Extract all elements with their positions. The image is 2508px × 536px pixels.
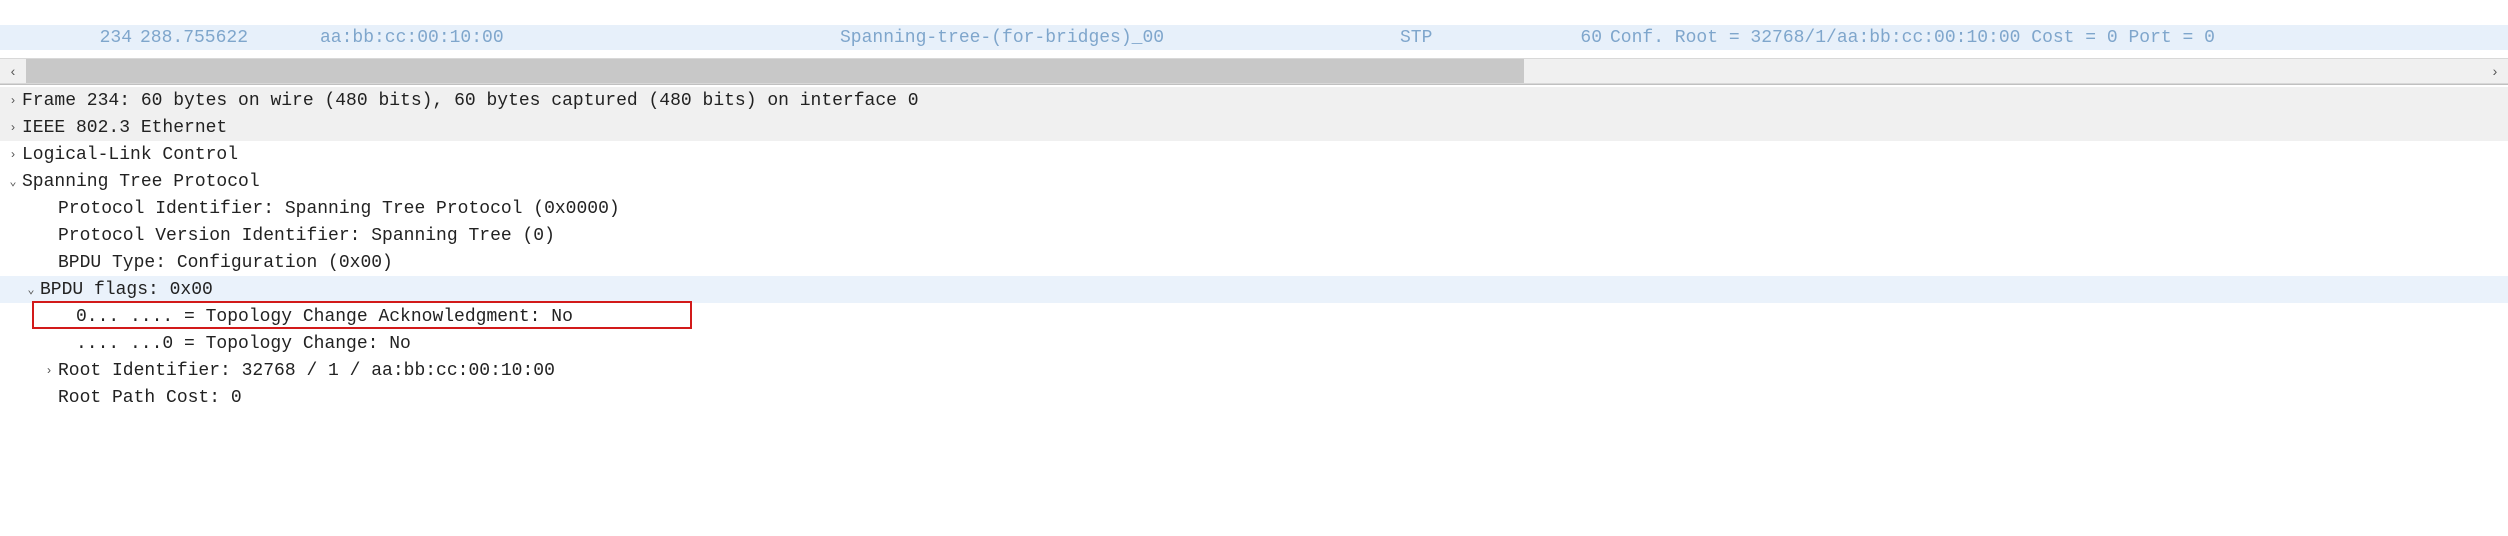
tree-llc[interactable]: › Logical-Link Control (0, 141, 2508, 168)
chevron-right-icon[interactable]: › (4, 148, 22, 162)
tree-ieee-label: IEEE 802.3 Ethernet (22, 118, 227, 138)
packet-row-selected[interactable]: 234 288.755622 aa:bb:cc:00:10:00 Spannin… (0, 25, 2508, 50)
packet-row-next[interactable] (0, 50, 2508, 58)
tree-root-id-label: Root Identifier: 32768 / 1 / aa:bb:cc:00… (58, 361, 555, 381)
tree-bpdu-type-label: BPDU Type: Configuration (0x00) (58, 253, 393, 273)
tree-ver-id[interactable]: · Protocol Version Identifier: Spanning … (0, 222, 2508, 249)
tree-frame-label: Frame 234: 60 bytes on wire (480 bits), … (22, 91, 919, 111)
tree-bpdu-flags-label: BPDU flags: 0x00 (40, 280, 213, 300)
scroll-thumb[interactable] (26, 59, 1524, 83)
col-src: aa:bb:cc:00:10:00 (320, 28, 840, 48)
col-no: 234 (70, 28, 140, 48)
chevron-down-icon[interactable]: ⌄ (4, 174, 22, 189)
tree-bpdu-flags[interactable]: ⌄ BPDU flags: 0x00 (0, 276, 2508, 303)
chevron-right-icon[interactable]: › (4, 121, 22, 135)
tree-root-path-cost-label: Root Path Cost: 0 (58, 388, 242, 408)
tree-frame[interactable]: › Frame 234: 60 bytes on wire (480 bits)… (0, 87, 2508, 114)
packet-row-prev[interactable] (0, 0, 2508, 25)
tree-proto-id-label: Protocol Identifier: Spanning Tree Proto… (58, 199, 620, 219)
packet-details[interactable]: › Frame 234: 60 bytes on wire (480 bits)… (0, 84, 2508, 411)
tree-root-path-cost[interactable]: · Root Path Cost: 0 (0, 384, 2508, 411)
chevron-down-icon[interactable]: ⌄ (22, 282, 40, 297)
tree-ieee[interactable]: › IEEE 802.3 Ethernet (0, 114, 2508, 141)
tree-ver-id-label: Protocol Version Identifier: Spanning Tr… (58, 226, 555, 246)
tree-root-id[interactable]: › Root Identifier: 32768 / 1 / aa:bb:cc:… (0, 357, 2508, 384)
col-prot: STP (1400, 28, 1560, 48)
scroll-right-arrow-icon[interactable]: › (2482, 58, 2508, 84)
tree-stp[interactable]: ⌄ Spanning Tree Protocol (0, 168, 2508, 195)
tree-stp-label: Spanning Tree Protocol (22, 172, 260, 192)
col-info: Conf. Root = 32768/1/aa:bb:cc:00:10:00 C… (1610, 28, 2508, 48)
tree-llc-label: Logical-Link Control (22, 145, 238, 165)
tree-bpdu-type[interactable]: · BPDU Type: Configuration (0x00) (0, 249, 2508, 276)
col-time: 288.755622 (140, 28, 320, 48)
tree-proto-id[interactable]: · Protocol Identifier: Spanning Tree Pro… (0, 195, 2508, 222)
tree-tc[interactable]: · .... ...0 = Topology Change: No (0, 330, 2508, 357)
packet-list[interactable]: 234 288.755622 aa:bb:cc:00:10:00 Spannin… (0, 0, 2508, 58)
packet-list-hscroll[interactable]: ‹ › (0, 58, 2508, 84)
scroll-left-arrow-icon[interactable]: ‹ (0, 58, 26, 84)
tree-tc-label: .... ...0 = Topology Change: No (76, 334, 411, 354)
col-len: 60 (1560, 28, 1610, 48)
chevron-right-icon[interactable]: › (40, 364, 58, 378)
col-dst: Spanning-tree-(for-bridges)_00 (840, 28, 1400, 48)
scroll-track[interactable] (26, 59, 2482, 83)
tree-tca[interactable]: · 0... .... = Topology Change Acknowledg… (0, 303, 2508, 330)
chevron-right-icon[interactable]: › (4, 94, 22, 108)
tree-tca-label: 0... .... = Topology Change Acknowledgme… (76, 307, 573, 327)
